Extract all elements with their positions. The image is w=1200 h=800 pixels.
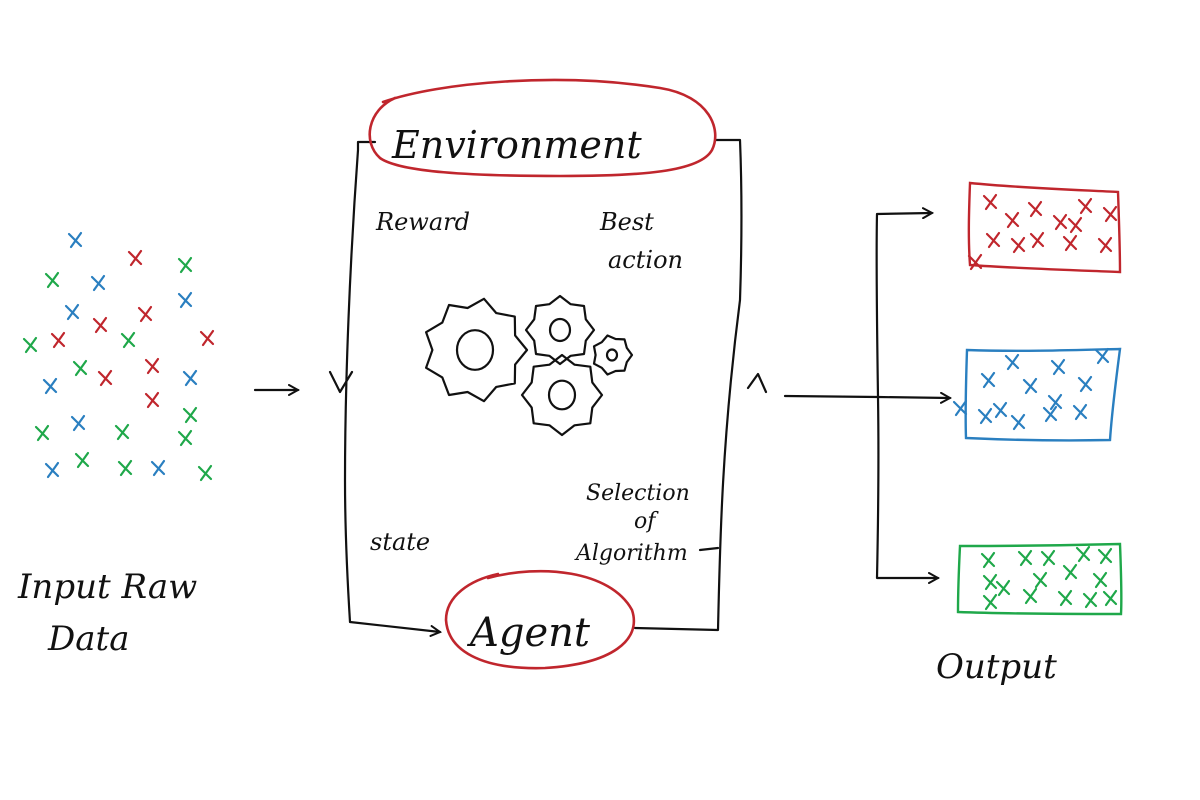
cluster-point-red <box>1052 213 1068 231</box>
input-point-red <box>144 391 160 409</box>
input-point-green <box>34 424 50 442</box>
cluster-point-red <box>1102 205 1118 223</box>
agent-label: Agent <box>466 610 591 656</box>
environment-label: Environment <box>391 123 642 167</box>
selection-tick <box>698 546 720 552</box>
input-point-red <box>92 316 108 334</box>
input-point-blue <box>64 303 80 321</box>
cluster-point-red <box>1010 236 1026 254</box>
input-point-green <box>177 256 193 274</box>
input-point-red <box>97 369 113 387</box>
cluster-point-green <box>1075 545 1091 563</box>
selection-label-line2: of <box>634 509 659 534</box>
input-point-green <box>197 464 213 482</box>
input-point-red <box>127 249 143 267</box>
cluster-point-red <box>1029 231 1045 249</box>
cluster-point-red <box>1097 236 1113 254</box>
input-point-green <box>117 459 133 477</box>
input-point-blue <box>150 459 166 477</box>
cluster-point-green <box>1062 563 1078 581</box>
input-point-blue <box>90 274 106 292</box>
output-arrow-red <box>875 213 932 399</box>
cluster-point-green <box>1057 589 1073 607</box>
cluster-point-green <box>1032 571 1048 589</box>
input-point-green <box>44 271 60 289</box>
cluster-point-green <box>982 593 998 611</box>
output-trunk <box>783 394 880 399</box>
cluster-point-blue <box>1072 403 1088 421</box>
loop-right-arrowhead <box>746 372 768 394</box>
cluster-point-blue <box>1010 413 1026 431</box>
cluster-point-green <box>982 573 998 591</box>
cluster-point-green <box>1082 591 1098 609</box>
cluster-point-blue <box>1094 347 1110 365</box>
selection-label-line1: Selection <box>586 481 690 506</box>
input-point-green <box>182 406 198 424</box>
cluster-point-red <box>1067 216 1083 234</box>
cluster-point-green <box>1097 547 1113 565</box>
input-point-blue <box>67 231 83 249</box>
input-point-red <box>137 305 153 323</box>
input-point-blue <box>44 461 60 479</box>
input-point-green <box>120 331 136 349</box>
input-point-blue <box>70 414 86 432</box>
cluster-point-blue <box>992 401 1008 419</box>
input-point-green <box>74 451 90 469</box>
best-action-label-line2: action <box>608 246 683 274</box>
cluster-point-green <box>1092 571 1108 589</box>
cluster-point-red <box>1062 234 1078 252</box>
gears-icon <box>425 294 634 437</box>
best-action-label-line1: Best <box>599 208 654 236</box>
input-point-green <box>114 423 130 441</box>
input-point-red <box>50 331 66 349</box>
input-point-green <box>22 336 38 354</box>
cluster-point-red <box>1004 211 1020 229</box>
input-point-red <box>199 329 215 347</box>
input-point-blue <box>42 377 58 395</box>
input-label-line1: Input Raw <box>17 567 197 607</box>
reinforcement-learning-diagram: Input Raw Data Environment Agent Reward … <box>17 78 1123 687</box>
cluster-point-red <box>1027 200 1043 218</box>
cluster-point-blue <box>1077 375 1093 393</box>
output-arrow-blue <box>876 397 950 398</box>
cluster-point-blue <box>1050 358 1066 376</box>
cluster-point-blue <box>1022 377 1038 395</box>
cluster-point-blue <box>980 371 996 389</box>
input-label-line2: Data <box>47 619 129 659</box>
output-arrow-green <box>875 395 938 578</box>
cluster-point-blue <box>1004 353 1020 371</box>
cluster-point-green <box>980 551 996 569</box>
input-point-green <box>177 429 193 447</box>
state-label: state <box>370 528 430 556</box>
input-point-green <box>72 359 88 377</box>
input-point-red <box>144 357 160 375</box>
cluster-point-green <box>1022 587 1038 605</box>
cluster-point-red <box>1077 197 1093 215</box>
reward-label: Reward <box>375 208 470 236</box>
cluster-point-blue <box>952 399 968 417</box>
output-box-green <box>956 542 1123 616</box>
input-point-blue <box>182 369 198 387</box>
input-point-blue <box>177 291 193 309</box>
cluster-point-blue <box>977 407 993 425</box>
output-label: Output <box>936 647 1057 687</box>
output-box-red <box>967 181 1122 274</box>
loop-left-arrowhead <box>328 370 354 394</box>
cluster-point-green <box>1017 549 1033 567</box>
cluster-point-green <box>995 579 1011 597</box>
cluster-point-red <box>985 231 1001 249</box>
input-data-scatter <box>22 231 215 482</box>
cluster-point-green <box>1102 589 1118 607</box>
cluster-point-green <box>1040 549 1056 567</box>
output-box-blue <box>952 347 1122 442</box>
cluster-point-red <box>982 193 998 211</box>
selection-label-line3: Algorithm <box>574 541 688 566</box>
